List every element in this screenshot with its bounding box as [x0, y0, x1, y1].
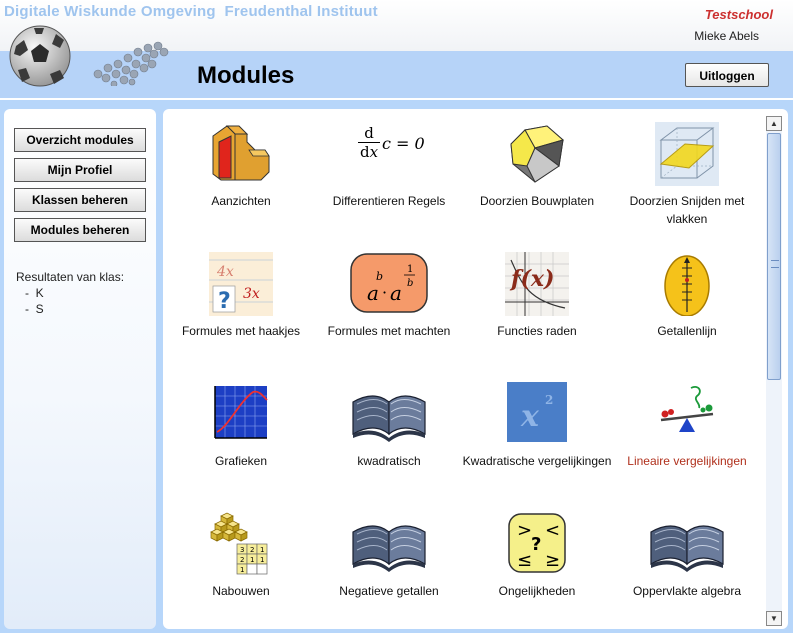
svg-text:?: ?	[531, 534, 541, 555]
module-label: Lineaire vergelijkingen	[627, 454, 747, 468]
number-line-icon	[655, 252, 719, 317]
hexagon-cluster-logo-icon	[93, 41, 169, 86]
module-nabouwen[interactable]: 321 211 1 Nabouwen	[166, 512, 316, 600]
results-label: Resultaten van klas:	[16, 270, 125, 284]
svg-text:2: 2	[250, 546, 254, 554]
module-kwadratische-vergelijkingen[interactable]: x 2 Kwadratische vergelijkingen	[462, 382, 612, 470]
scroll-up-button[interactable]: ▲	[766, 116, 782, 131]
svg-text:1: 1	[250, 556, 254, 564]
module-label: Kwadratische vergelijkingen	[462, 454, 612, 468]
module-kwadratisch[interactable]: kwadratisch	[314, 382, 464, 470]
module-label: Differentieren Regels	[332, 194, 446, 208]
school-name: Testschool	[704, 7, 773, 22]
svg-text:4x: 4x	[216, 264, 234, 280]
logout-button[interactable]: Uitloggen	[685, 63, 769, 87]
svg-text:1: 1	[260, 546, 264, 554]
module-label: kwadratisch	[357, 454, 421, 468]
svg-text:>: >	[517, 520, 532, 541]
cube-plane-icon	[655, 122, 719, 186]
cube-stack-icon: 321 211 1	[209, 512, 273, 576]
blocks-icon	[209, 122, 273, 186]
svg-text:3: 3	[240, 546, 244, 554]
graph-icon	[209, 382, 273, 446]
polyhedron-icon	[505, 122, 569, 186]
svg-text:x: x	[520, 399, 540, 434]
module-getallenlijn[interactable]: Getallenlijn	[612, 252, 762, 340]
module-functies-raden[interactable]: f(x) Functies raden	[462, 252, 612, 340]
module-label: Aanzichten	[211, 194, 271, 208]
module-label: Doorzien Bouwplaten	[479, 194, 595, 208]
svg-text:b: b	[407, 278, 413, 289]
module-aanzichten[interactable]: Aanzichten	[166, 122, 316, 210]
x-squared-icon: x 2	[505, 382, 569, 446]
header-divider	[0, 98, 793, 100]
open-book-icon	[647, 512, 727, 576]
scroll-down-button[interactable]: ▼	[766, 611, 782, 626]
module-label: Nabouwen	[212, 584, 270, 598]
svg-text:·: ·	[382, 283, 387, 302]
page-title: Modules	[197, 62, 295, 89]
svg-text:1: 1	[240, 566, 244, 574]
module-formules-met-haakjes[interactable]: 4x 3x ? Formules met haakjes	[166, 252, 316, 340]
powers-icon: a b · a 1 b	[349, 252, 429, 316]
nav-my-profile-button[interactable]: Mijn Profiel	[14, 158, 146, 182]
module-negatieve-getallen[interactable]: Negatieve getallen	[314, 512, 464, 600]
football-logo-icon	[9, 25, 71, 87]
user-name: Mieke Abels	[694, 29, 759, 43]
module-label: Negatieve getallen	[339, 584, 439, 598]
module-label: Getallenlijn	[657, 324, 717, 338]
svg-text:b: b	[376, 270, 383, 283]
module-label: Formules met machten	[327, 324, 451, 338]
module-differentieren-regels[interactable]: d dx c = 0 Differentieren Regels	[314, 122, 464, 210]
svg-text:a: a	[367, 281, 379, 305]
open-book-icon	[349, 382, 429, 446]
module-ongelijkheden[interactable]: > < ? ≤ ≥ Ongelijkheden	[462, 512, 612, 600]
module-doorzien-bouwplaten[interactable]: Doorzien Bouwplaten	[462, 122, 612, 210]
sidebar: Overzicht modules Mijn Profiel Klassen b…	[4, 109, 156, 629]
nav-manage-classes-button[interactable]: Klassen beheren	[14, 188, 146, 212]
module-grafieken[interactable]: Grafieken	[166, 382, 316, 470]
open-book-icon	[349, 512, 429, 576]
module-oppervlakte-algebra[interactable]: Oppervlakte algebra	[612, 512, 762, 600]
svg-text:f(x): f(x)	[509, 266, 554, 292]
scroll-thumb[interactable]	[767, 133, 781, 380]
module-formules-met-machten[interactable]: a b · a 1 b Formules met machten	[314, 252, 464, 340]
svg-text:≤: ≤	[517, 550, 532, 571]
header: Digitale Wiskunde Omgeving Freudenthal I…	[0, 0, 793, 100]
class-link-k[interactable]: - K	[25, 286, 44, 300]
svg-text:?: ?	[218, 289, 231, 314]
svg-text:2: 2	[545, 393, 553, 407]
module-label: Ongelijkheden	[498, 584, 576, 598]
modules-panel: Aanzichten d dx c = 0 Differentieren Rege…	[163, 109, 788, 629]
nav-manage-modules-button[interactable]: Modules beheren	[14, 218, 146, 242]
module-label: Functies raden	[497, 324, 577, 338]
nav-overview-modules-button[interactable]: Overzicht modules	[14, 128, 146, 152]
module-lineaire-vergelijkingen[interactable]: Lineaire vergelijkingen	[612, 382, 762, 470]
seesaw-icon	[655, 382, 719, 446]
svg-text:2: 2	[240, 556, 244, 564]
module-doorzien-snijden[interactable]: Doorzien Snijden met vlakken	[612, 122, 762, 228]
module-label: Formules met haakjes	[181, 324, 301, 338]
svg-text:≥: ≥	[545, 550, 560, 571]
scroll-grip-icon	[771, 260, 779, 268]
svg-text:1: 1	[407, 264, 413, 275]
inequalities-icon: > < ? ≤ ≥	[505, 512, 569, 576]
formula-brackets-icon: 4x 3x ?	[209, 252, 273, 316]
svg-text:a: a	[390, 281, 402, 305]
module-label: Doorzien Snijden met vlakken	[629, 194, 745, 226]
site-title: Digitale Wiskunde Omgeving Freudenthal I…	[4, 3, 378, 20]
svg-text:3x: 3x	[243, 286, 260, 302]
svg-text:1: 1	[260, 556, 264, 564]
class-link-s[interactable]: - S	[25, 302, 44, 316]
module-label: Oppervlakte algebra	[632, 584, 742, 598]
svg-text:<: <	[545, 520, 560, 541]
derivative-formula-icon: d dx c = 0	[358, 124, 425, 161]
function-guess-icon: f(x)	[505, 252, 569, 316]
module-label: Grafieken	[214, 454, 268, 468]
vertical-scrollbar[interactable]: ▲ ▼	[766, 116, 782, 626]
